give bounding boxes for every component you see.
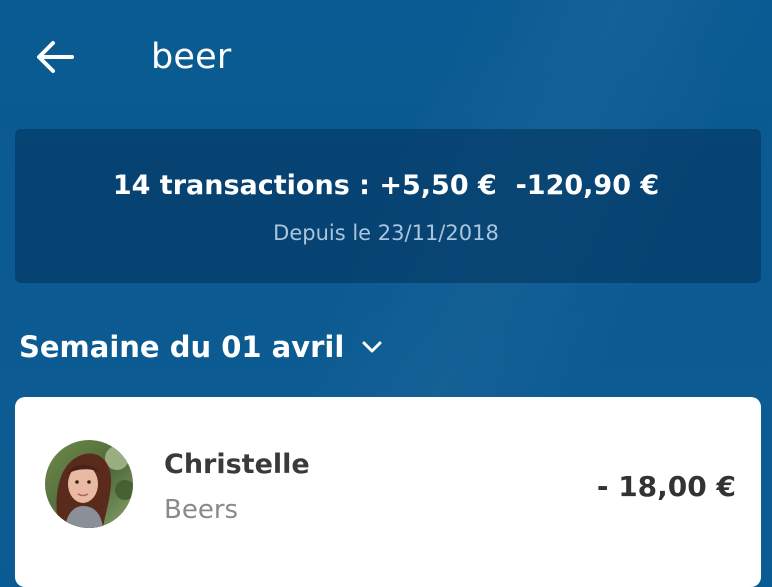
page-title: beer [151,37,232,77]
week-label: Semaine du 01 avril [19,330,345,364]
transaction-name: Christelle [164,449,310,480]
chevron-down-icon [362,341,382,353]
transaction-amount: - 18,00 € [596,470,736,503]
transactions-summary: 14 transactions : +5,50 € -120,90 € [112,170,660,201]
transaction-category: Beers [164,495,239,525]
back-button[interactable] [24,26,86,88]
week-selector[interactable]: Semaine du 01 avril [19,325,382,369]
transaction-row[interactable]: Christelle Beers - 18,00 € [15,397,761,587]
since-date: Depuis le 23/11/2018 [273,221,499,245]
user-avatar [45,440,133,528]
summary-card [15,129,761,283]
top-bar: beer [0,0,772,116]
arrow-left-icon [36,40,74,74]
